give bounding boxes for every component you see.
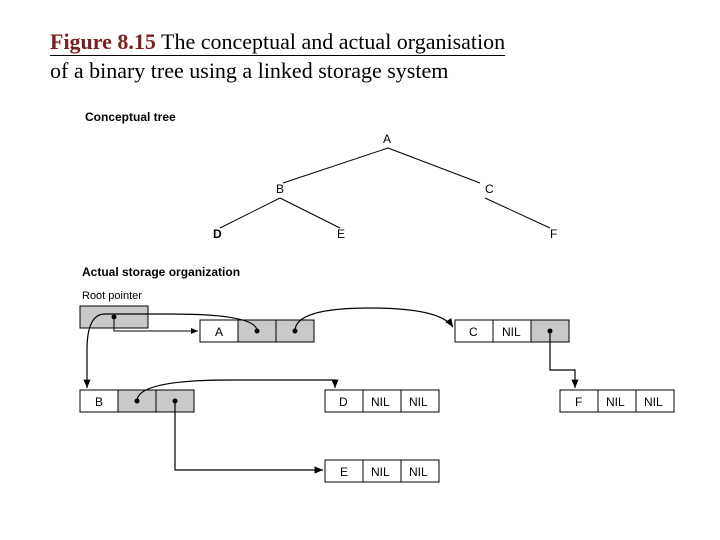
figure-title: Figure 8.15 The conceptual and actual or… bbox=[50, 28, 630, 85]
cell-e: E bbox=[340, 465, 348, 479]
cell-c: C bbox=[469, 325, 478, 339]
tree-node-b: B bbox=[276, 182, 284, 196]
cell-e-nil2: NIL bbox=[409, 465, 428, 479]
figure-number: Figure 8.15 bbox=[50, 29, 156, 54]
figure-caption-part2: of a binary tree using a linked storage … bbox=[50, 58, 448, 83]
cell-f: F bbox=[575, 395, 582, 409]
cell-d-nil1: NIL bbox=[371, 395, 390, 409]
tree-node-e: E bbox=[337, 227, 345, 241]
tree-node-f: F bbox=[550, 227, 557, 241]
conceptual-tree-label: Conceptual tree bbox=[85, 110, 176, 124]
cell-c-nil: NIL bbox=[502, 325, 521, 339]
tree-node-c: C bbox=[485, 182, 494, 196]
cell-f-nil2: NIL bbox=[644, 395, 663, 409]
cell-e-nil1: NIL bbox=[371, 465, 390, 479]
tree-node-d: D bbox=[213, 227, 222, 241]
cell-a: A bbox=[215, 325, 223, 339]
cell-d: D bbox=[339, 395, 348, 409]
figure-caption-part1: The conceptual and actual organisation bbox=[161, 29, 505, 54]
actual-storage-label: Actual storage organization bbox=[82, 265, 240, 279]
cell-d-nil2: NIL bbox=[409, 395, 428, 409]
cell-f-nil1: NIL bbox=[606, 395, 625, 409]
storage-diagram: A C NIL B D NIL NIL F NIL NIL E NIL NIL bbox=[70, 300, 700, 520]
tree-node-a: A bbox=[383, 132, 391, 146]
cell-b: B bbox=[95, 395, 103, 409]
